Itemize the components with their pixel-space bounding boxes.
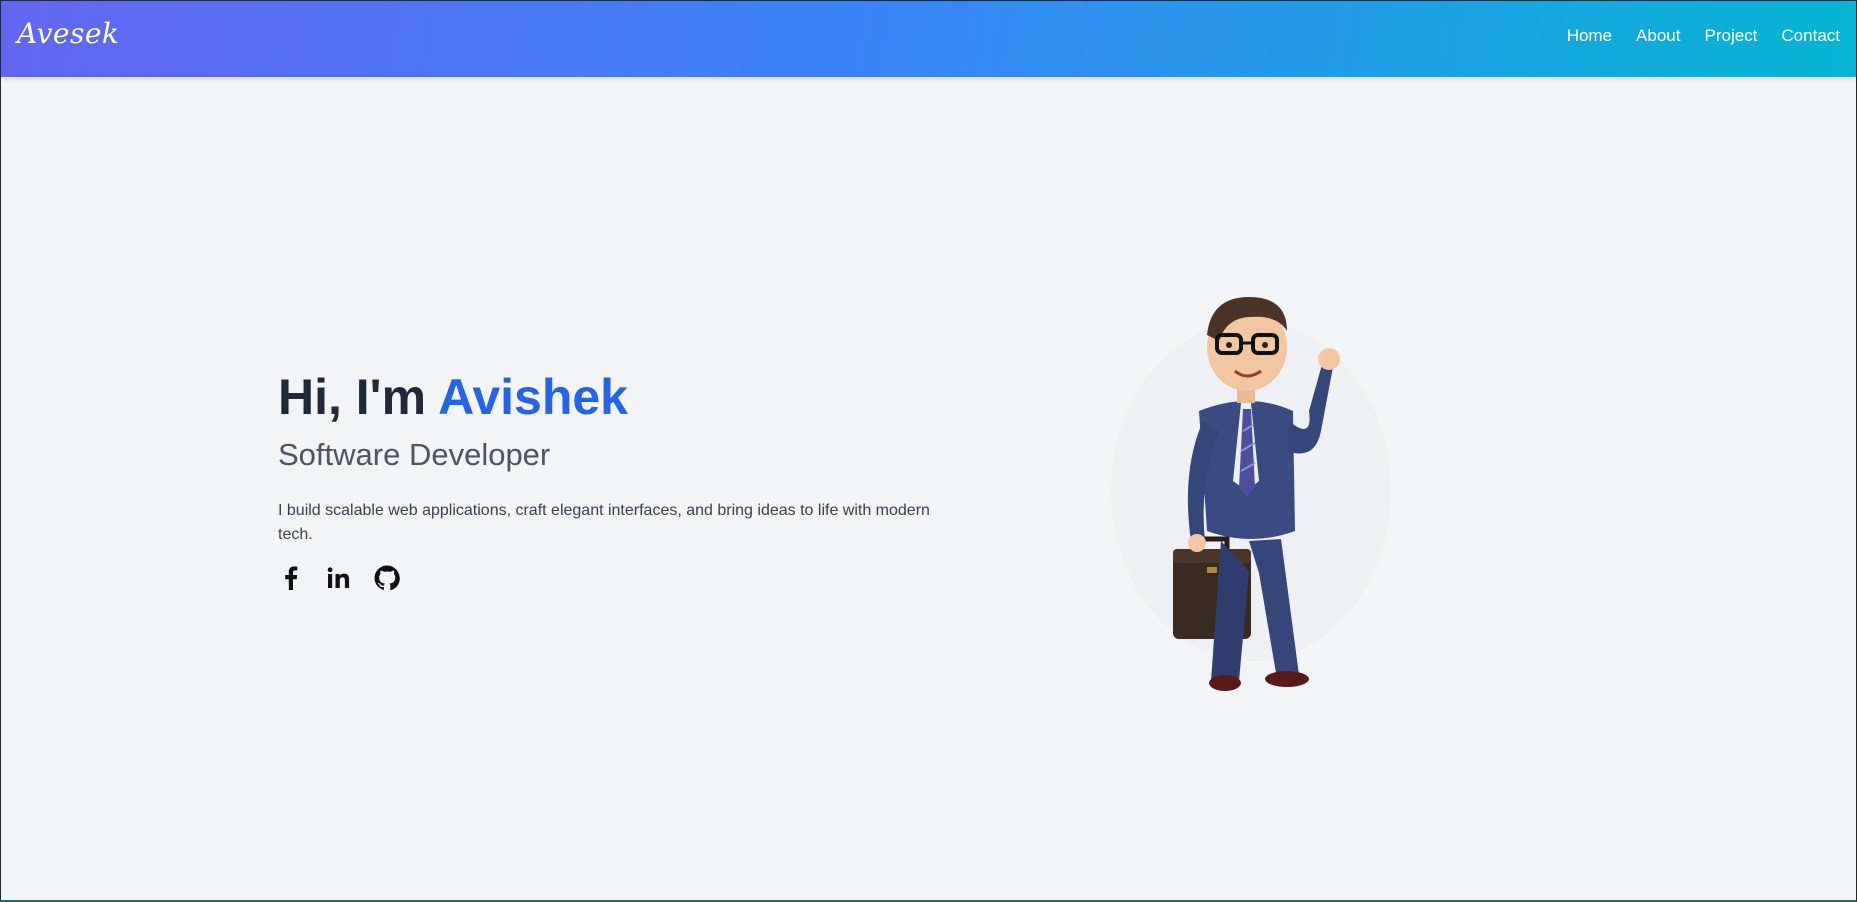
- hero-role: Software Developer: [278, 437, 551, 472]
- developer-illustration: [1081, 291, 1421, 691]
- linkedin-icon[interactable]: [326, 565, 352, 591]
- nav-links: Home About Project Contact: [1567, 26, 1840, 46]
- facebook-icon[interactable]: [278, 565, 304, 591]
- nav-link-about[interactable]: About: [1636, 26, 1680, 46]
- hero-headline: Hi, I'm Avishek: [278, 367, 978, 427]
- hero-name: Avishek: [438, 369, 628, 425]
- brand-logo[interactable]: Avesek: [17, 17, 119, 50]
- hero-greeting: Hi, I'm: [278, 369, 439, 425]
- nav-link-contact[interactable]: Contact: [1781, 26, 1840, 46]
- github-icon[interactable]: [374, 565, 400, 591]
- navbar: Avesek Home About Project Contact: [1, 1, 1856, 77]
- page: Avesek Home About Project Contact Hi, I'…: [0, 0, 1857, 902]
- social-links: [278, 565, 978, 591]
- nav-link-project[interactable]: Project: [1704, 26, 1757, 46]
- nav-link-home[interactable]: Home: [1567, 26, 1612, 46]
- hero-section: Hi, I'm Avishek Software Developer I bui…: [278, 367, 978, 591]
- hero-description: I build scalable web applications, craft…: [278, 502, 930, 543]
